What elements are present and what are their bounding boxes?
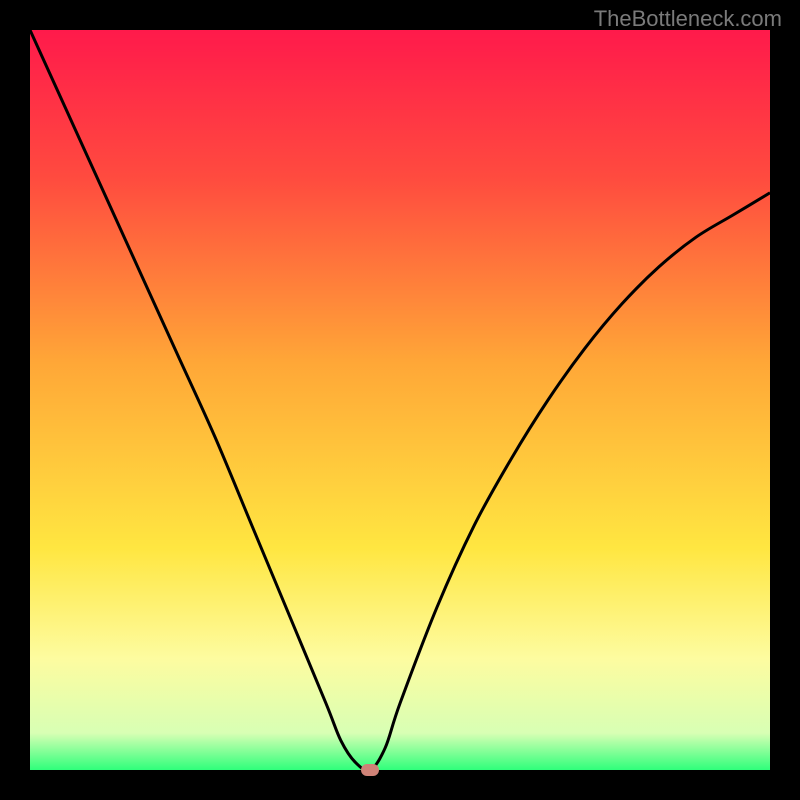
- optimal-point-marker: [361, 764, 379, 776]
- watermark-text: TheBottleneck.com: [594, 6, 782, 32]
- chart-background: [30, 30, 770, 770]
- chart-plot: [30, 30, 770, 770]
